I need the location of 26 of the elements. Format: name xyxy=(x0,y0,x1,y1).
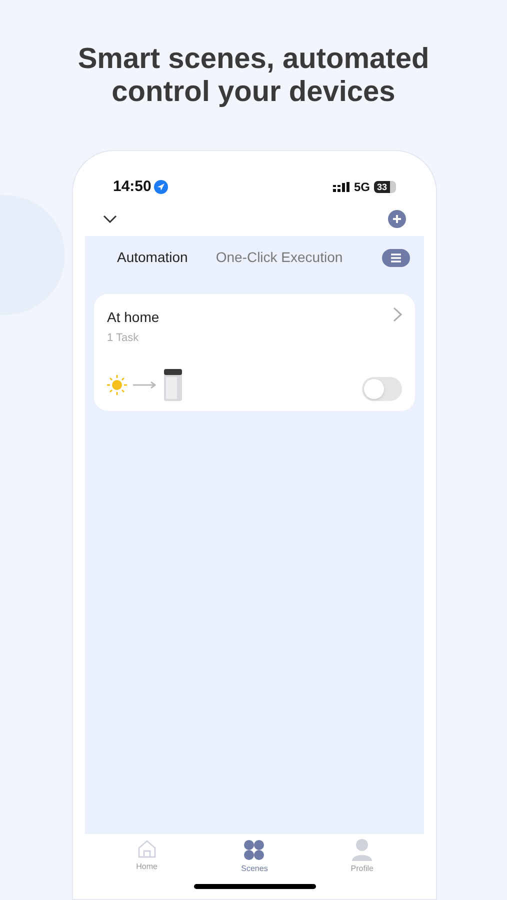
chevron-down-icon[interactable] xyxy=(103,214,117,222)
sun-icon xyxy=(107,375,127,395)
scene-card[interactable]: At home 1 Task xyxy=(94,294,415,411)
headline: Smart scenes, automated xyxy=(78,43,430,76)
headline: control your devices xyxy=(112,76,396,109)
network-label: 5G xyxy=(354,179,370,196)
tab[interactable]: Automation xyxy=(117,247,188,268)
house-icon xyxy=(136,839,157,859)
add-icon[interactable] xyxy=(388,210,406,228)
tab[interactable]: One-Click Execution xyxy=(216,247,343,268)
toggle-switch[interactable] xyxy=(362,377,402,401)
status-time: 14:50 xyxy=(113,176,152,197)
tab-bar-item[interactable]: Scenes xyxy=(224,839,284,881)
person-icon xyxy=(352,839,372,861)
location-icon xyxy=(154,180,168,194)
scene-title: At home xyxy=(107,308,160,327)
battery-indicator: 33 xyxy=(374,181,396,193)
signal-icon xyxy=(332,182,350,192)
tab-bar-item[interactable]: Profile xyxy=(332,839,392,881)
list-icon[interactable] xyxy=(382,248,410,266)
arrow-right-icon xyxy=(133,381,157,389)
four-petal-icon xyxy=(243,839,266,861)
chevron-right-icon[interactable] xyxy=(393,307,402,322)
air-purifier-icon xyxy=(163,369,183,401)
task-count: 1 Task xyxy=(107,331,140,346)
tab-bar-item[interactable]: Home xyxy=(116,839,177,881)
